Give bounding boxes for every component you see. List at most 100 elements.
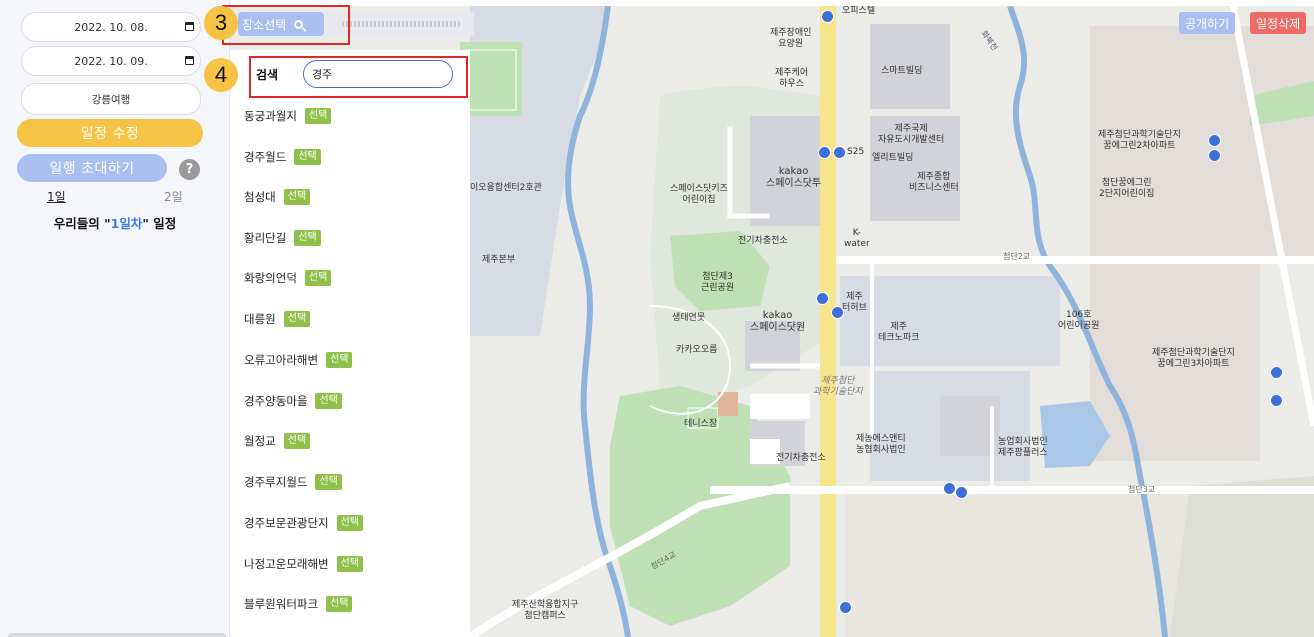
map-label-jeju-branch: 제주본부 xyxy=(482,255,516,265)
edit-schedule-button[interactable]: 일정 수정 xyxy=(17,119,203,147)
map-label-apt-south: 제주첨단과학기술단지 꿈에그린3차아파트 xyxy=(1152,348,1235,369)
map-label-nonghyup-plaza: 농업회사법인 제주팜플러스 xyxy=(998,437,1048,458)
place-name: 경주월드 xyxy=(244,150,287,164)
calendar-icon[interactable] xyxy=(185,56,194,65)
map-label-kakao-space2: kakao 스페이스닷투 xyxy=(766,166,822,189)
place-name: 월정교 xyxy=(244,434,276,448)
map-label-campus: 제주산학융합지구 첨단캠퍼스 xyxy=(512,600,579,621)
map-label-nonghyup-center: 제농에스앤티 농협회사법인 xyxy=(856,434,906,455)
select-button[interactable]: 선택 xyxy=(326,596,353,612)
list-item[interactable]: 경주양동마을 선택 xyxy=(244,392,342,410)
map-label-elite: 엘리트빌딩 xyxy=(872,153,914,163)
map-label-convergence: 이오융합센터2호관 xyxy=(470,183,542,193)
step-4-badge: 4 xyxy=(204,58,238,92)
tab-day-2[interactable]: 2일 xyxy=(164,188,183,205)
list-item[interactable]: 첨성대 선택 xyxy=(244,188,311,206)
map-label-kwater: K- water xyxy=(844,228,870,249)
bus-stop-icon[interactable] xyxy=(1208,149,1221,162)
list-item[interactable]: 경주월드 선택 xyxy=(244,148,321,166)
select-button[interactable]: 선택 xyxy=(304,108,332,124)
map-label-intl-center: 제주국제 자유도시개발센터 xyxy=(878,124,945,145)
map-label-eco-pond: 생태연못 xyxy=(672,313,706,323)
list-item[interactable]: 동궁과월지 선택 xyxy=(244,107,332,125)
end-date-value: 2022. 10. 09. xyxy=(74,54,148,68)
help-icon[interactable]: ? xyxy=(179,159,200,180)
schedule-title: 우리들의 "1일차" 일정 xyxy=(0,213,230,232)
bus-stop-icon[interactable] xyxy=(821,10,834,23)
place-name: 블루원워터파크 xyxy=(244,597,319,611)
place-name: 동궁과월지 xyxy=(244,109,297,123)
bus-stop-icon[interactable] xyxy=(816,292,829,305)
schedule-title-prefix: 우리들의 " xyxy=(53,216,111,231)
select-button[interactable]: 선택 xyxy=(336,515,364,531)
schedule-day-highlight: 1일차 xyxy=(110,216,143,231)
map-label-jeju-disabled: 제주장애인 요양원 xyxy=(770,28,812,49)
select-button[interactable]: 선택 xyxy=(283,311,311,327)
map-label-cheomdan-park: 첨단제3 근린공원 xyxy=(701,272,735,293)
start-date-value: 2022. 10. 08. xyxy=(74,20,148,34)
map-label-kakao-space1: kakao 스페이스닷원 xyxy=(750,310,806,333)
step-3-badge: 3 xyxy=(204,6,238,40)
delete-schedule-button[interactable]: 일정삭제 xyxy=(1250,12,1307,34)
end-date-input[interactable]: 2022. 10. 09. xyxy=(21,46,201,76)
trip-name-value: 강릉여행 xyxy=(91,93,131,106)
list-item[interactable]: 경주보문관광단지 선택 xyxy=(244,514,364,532)
bus-stop-icon[interactable] xyxy=(1270,394,1283,407)
calendar-icon[interactable] xyxy=(185,22,194,31)
map-label-kinder106: 106호 어린이공원 xyxy=(1058,310,1100,331)
bus-stop-icon[interactable] xyxy=(831,306,844,319)
list-item[interactable]: 화랑의언덕 선택 xyxy=(244,269,332,287)
place-name: 황리단길 xyxy=(244,231,287,245)
map-label-smart-building: 스마트빌딩 xyxy=(881,66,923,76)
map-label-kindergarten: 첨단꿈에그린 2단지어린이집 xyxy=(1099,178,1155,199)
trip-sidebar: 2022. 10. 08. 2022. 10. 09. 강릉여행 일정 수정 일… xyxy=(0,0,230,637)
map-label-road-cd3: 첨단3교 xyxy=(1128,485,1156,494)
map-label-jeju-terhub: 제주 터허브 xyxy=(842,292,867,313)
map-label-apt-north: 제주첨단과학기술단지 꿈에그린2차아파트 xyxy=(1098,130,1181,151)
map-label-ev-station2: 전기차충전소 xyxy=(776,453,826,463)
place-name: 경주보문관광단지 xyxy=(244,516,329,530)
list-item[interactable]: 황리단길 선택 xyxy=(244,229,321,247)
place-name: 화랑의언덕 xyxy=(244,271,297,285)
select-button[interactable]: 선택 xyxy=(294,149,321,165)
select-button[interactable]: 선택 xyxy=(283,189,311,205)
select-button[interactable]: 선택 xyxy=(326,352,353,368)
select-button[interactable]: 선택 xyxy=(336,556,364,572)
bus-stop-icon[interactable] xyxy=(955,486,968,499)
list-item[interactable]: 경주루지월드 선택 xyxy=(244,473,342,491)
bus-stop-icon[interactable] xyxy=(1270,366,1283,379)
map-label-s25: S25 xyxy=(847,147,865,157)
place-name: 오류고아라해변 xyxy=(244,353,319,367)
list-item[interactable]: 오류고아라해변 선택 xyxy=(244,351,353,369)
map-label-ev-station: 전기차충전소 xyxy=(738,236,788,246)
annotation-box-4 xyxy=(249,56,468,98)
select-button[interactable]: 선택 xyxy=(304,270,332,286)
list-item[interactable]: 블루원워터파크 선택 xyxy=(244,595,353,613)
sidebar-scrollbar[interactable] xyxy=(8,633,226,637)
trip-name-field[interactable]: 강릉여행 xyxy=(21,83,201,115)
invite-companion-button[interactable]: 일행 초대하기 xyxy=(17,154,167,182)
list-item[interactable]: 대릉원 선택 xyxy=(244,310,311,328)
select-button[interactable]: 선택 xyxy=(315,474,342,490)
bus-stop-icon[interactable] xyxy=(833,146,846,159)
select-button[interactable]: 선택 xyxy=(283,433,311,449)
place-name: 나정고운모래해변 xyxy=(244,557,329,571)
map-label-jeju-biz: 제주종합 비즈니스센터 xyxy=(909,172,959,193)
map-label-road-cd2: 첨단2교 xyxy=(1003,252,1031,261)
bus-stop-icon[interactable] xyxy=(1208,134,1221,147)
map-label-kakao-ol: 카카오오름 xyxy=(676,345,718,355)
bus-stop-icon[interactable] xyxy=(818,146,831,159)
place-name: 경주양동마을 xyxy=(244,394,308,408)
start-date-input[interactable]: 2022. 10. 08. xyxy=(21,12,201,42)
select-button[interactable]: 선택 xyxy=(315,393,342,409)
publish-button[interactable]: 공개하기 xyxy=(1179,12,1236,34)
tab-day-1[interactable]: 1일 xyxy=(47,188,66,205)
map-label-kids-daycare: 스페이스닷키즈 어린이집 xyxy=(670,184,728,205)
list-item[interactable]: 월정교 선택 xyxy=(244,432,311,450)
map-label-jeju-techno: 제주 테크노파크 xyxy=(878,322,920,343)
map-label-office: 오피스텔 xyxy=(842,6,876,16)
list-item[interactable]: 나정고운모래해변 선택 xyxy=(244,555,364,573)
bus-stop-icon[interactable] xyxy=(839,601,852,614)
map-label-tennis: 테니스장 xyxy=(684,419,718,429)
select-button[interactable]: 선택 xyxy=(294,230,321,246)
